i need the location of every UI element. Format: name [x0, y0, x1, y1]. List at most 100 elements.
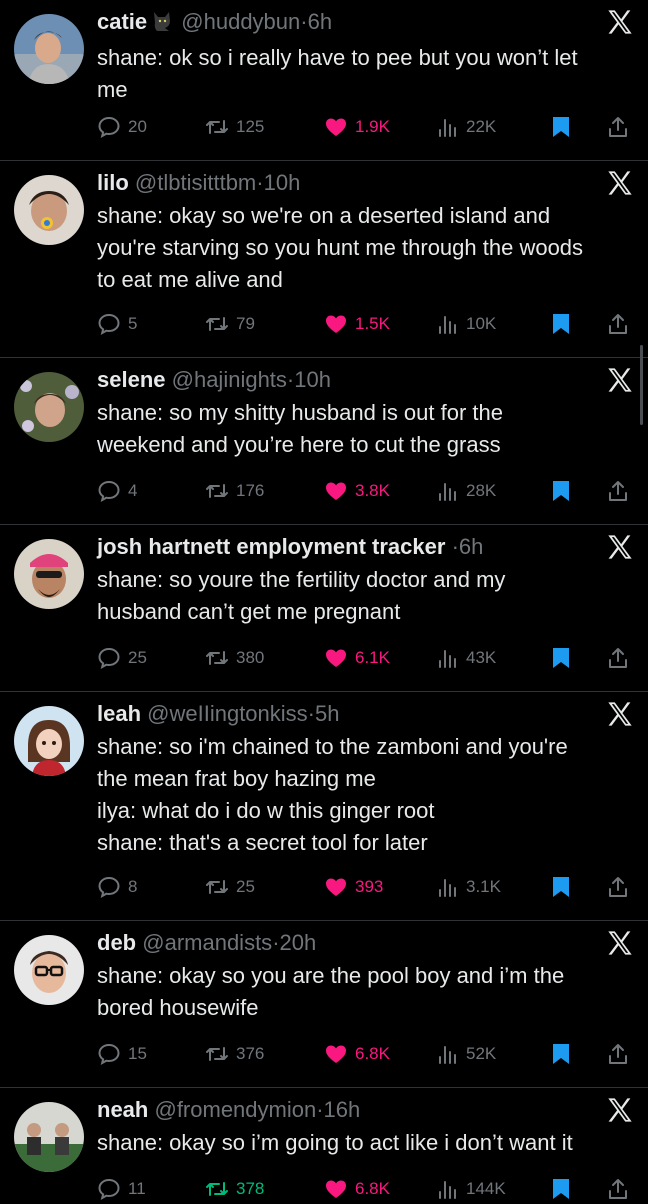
- share-button[interactable]: [607, 872, 629, 902]
- reply-button[interactable]: 15: [97, 1039, 147, 1069]
- tweet-text: shane: okay so you are the pool boy and …: [97, 960, 634, 1024]
- retweet-button[interactable]: 176: [205, 476, 264, 506]
- timestamp[interactable]: 10h: [264, 170, 301, 195]
- bookmark-icon: [553, 117, 569, 137]
- like-button[interactable]: 1.5K: [324, 309, 390, 339]
- like-count: 6.8K: [355, 1179, 390, 1198]
- timestamp[interactable]: 20h: [280, 930, 317, 955]
- reply-button[interactable]: 25: [97, 643, 147, 673]
- tweet-header: josh hartnett employment tracker ·6h: [97, 531, 634, 563]
- views-chart-icon: [439, 119, 456, 137]
- display-name[interactable]: leah: [97, 701, 141, 726]
- tweet-card[interactable]: catie @huddybun·6h shane: ok so i really…: [0, 0, 648, 161]
- share-button[interactable]: [607, 309, 629, 339]
- reply-button[interactable]: 4: [97, 476, 137, 506]
- tweet-text-line: me: [97, 77, 128, 102]
- display-name[interactable]: josh hartnett employment tracker: [97, 534, 445, 559]
- bookmark-icon: [553, 877, 569, 897]
- retweet-count: 176: [236, 481, 265, 500]
- action-bar: 25 380 6.1K 43K: [97, 643, 634, 673]
- bookmark-icon: [553, 481, 569, 501]
- like-count: 1.5K: [355, 314, 390, 333]
- separator-dot: ·: [316, 1097, 324, 1122]
- user-handle[interactable]: @tlbtisitttbm: [135, 170, 256, 195]
- share-button[interactable]: [607, 112, 629, 142]
- reply-button[interactable]: 8: [97, 872, 137, 902]
- bookmark-button[interactable]: [550, 476, 572, 506]
- share-icon: [609, 117, 627, 137]
- timestamp[interactable]: 16h: [324, 1097, 361, 1122]
- avatar[interactable]: [14, 539, 84, 609]
- display-name[interactable]: lilo: [97, 170, 129, 195]
- avatar[interactable]: [14, 372, 84, 442]
- share-button[interactable]: [607, 476, 629, 506]
- like-button[interactable]: 3.8K: [324, 476, 390, 506]
- avatar[interactable]: [14, 14, 84, 84]
- bookmark-button[interactable]: [550, 643, 572, 673]
- retweet-button[interactable]: 25: [205, 872, 255, 902]
- display-name[interactable]: deb: [97, 930, 136, 955]
- display-name[interactable]: catie: [97, 9, 147, 34]
- retweet-button[interactable]: 79: [205, 309, 255, 339]
- views-button[interactable]: 28K: [437, 476, 496, 506]
- retweet-button[interactable]: 380: [205, 643, 264, 673]
- tweet-card[interactable]: deb @armandists·20h shane: okay so you a…: [0, 921, 648, 1088]
- like-button[interactable]: 393: [324, 872, 383, 902]
- tweet-card[interactable]: selene @hajinights·10h shane: so my shit…: [0, 358, 648, 525]
- user-handle[interactable]: @hajinights: [172, 367, 287, 392]
- views-button[interactable]: 10K: [437, 309, 496, 339]
- tweet-card[interactable]: neah @fromendymion·16h shane: okay so i’…: [0, 1088, 648, 1200]
- display-name[interactable]: selene: [97, 367, 166, 392]
- separator-dot: ·: [300, 9, 308, 34]
- tweet-card[interactable]: leah @weIIingtonkiss·5h shane: so i'm ch…: [0, 692, 648, 921]
- user-handle[interactable]: @weIIingtonkiss: [147, 701, 308, 726]
- timestamp[interactable]: 6h: [459, 534, 483, 559]
- like-button[interactable]: 6.1K: [324, 643, 390, 673]
- like-count: 393: [355, 877, 384, 896]
- views-button[interactable]: 43K: [437, 643, 496, 673]
- views-button[interactable]: 52K: [437, 1039, 496, 1069]
- share-button[interactable]: [607, 1039, 629, 1069]
- bookmark-button[interactable]: [550, 1039, 572, 1069]
- tweet-header: neah @fromendymion·16h: [97, 1094, 634, 1126]
- reply-button[interactable]: 20: [97, 112, 147, 142]
- share-button[interactable]: [607, 643, 629, 673]
- tweet-text-line: husband can’t get me pregnant: [97, 599, 401, 624]
- heart-icon: [326, 315, 346, 333]
- views-button[interactable]: 22K: [437, 112, 496, 142]
- timestamp[interactable]: 6h: [308, 9, 332, 34]
- retweet-icon: [206, 317, 228, 331]
- like-count: 6.8K: [355, 1044, 390, 1063]
- avatar[interactable]: [14, 935, 84, 1005]
- reply-button[interactable]: 5: [97, 309, 137, 339]
- retweet-icon: [206, 651, 228, 665]
- tweet-card[interactable]: josh hartnett employment tracker ·6h sha…: [0, 525, 648, 692]
- tweet-text-line: shane: so my shitty husband is out for t…: [97, 400, 504, 425]
- like-button[interactable]: 6.8K: [324, 1039, 390, 1069]
- like-button[interactable]: 1.9K: [324, 112, 390, 142]
- tweet-body: deb @armandists·20h shane: okay so you a…: [97, 927, 634, 1024]
- bookmark-button[interactable]: [550, 872, 572, 902]
- views-chart-icon: [439, 316, 456, 334]
- timestamp[interactable]: 10h: [294, 367, 331, 392]
- retweet-button[interactable]: 125: [205, 112, 264, 142]
- bookmark-button[interactable]: [550, 112, 572, 142]
- reply-count: 15: [128, 1044, 147, 1063]
- heart-icon: [326, 1045, 346, 1063]
- views-button[interactable]: 3.1K: [437, 872, 501, 902]
- action-bar: 15 376 6.8K 52K: [97, 1039, 634, 1069]
- avatar[interactable]: [14, 706, 84, 776]
- tweet-card[interactable]: lilo @tlbtisitttbm·10h shane: okay so we…: [0, 161, 648, 358]
- tweet-text-line: you're starving so you hunt me through t…: [97, 235, 584, 260]
- user-handle[interactable]: @fromendymion: [154, 1097, 316, 1122]
- timestamp[interactable]: 5h: [315, 701, 339, 726]
- bookmark-button[interactable]: [550, 309, 572, 339]
- avatar[interactable]: [14, 175, 84, 245]
- user-handle[interactable]: @huddybun: [181, 9, 300, 34]
- reply-icon: [98, 647, 120, 669]
- display-name[interactable]: neah: [97, 1097, 148, 1122]
- retweet-button[interactable]: 376: [205, 1039, 264, 1069]
- user-handle[interactable]: @armandists: [142, 930, 272, 955]
- scrollbar[interactable]: [640, 345, 643, 425]
- avatar[interactable]: [14, 1102, 84, 1172]
